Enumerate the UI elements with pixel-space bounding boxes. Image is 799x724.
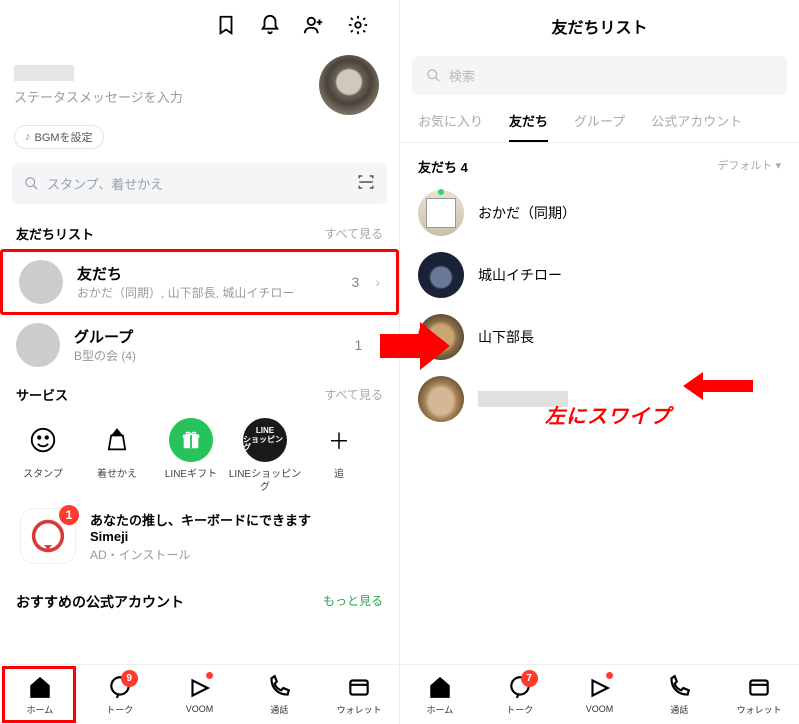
service-shopping[interactable]: LINEショッピングLINEショッピング bbox=[228, 418, 302, 494]
friend-row[interactable]: 城山イチロー bbox=[400, 244, 799, 306]
services-header: サービス すべて見る bbox=[0, 375, 399, 410]
tab-voom[interactable]: VOOM bbox=[560, 665, 640, 724]
friend-row[interactable]: 山下部長 bbox=[400, 306, 799, 368]
swipe-arrow bbox=[683, 372, 753, 400]
filter-tab-2[interactable]: グループ bbox=[574, 111, 625, 142]
swipe-annotation: 左にスワイプ bbox=[545, 400, 671, 429]
ad-card[interactable]: 1 あなたの推し、キーボードにできます Simeji AD・インストール bbox=[0, 494, 399, 574]
recommend-header: おすすめの公式アカウント もっと見る bbox=[0, 574, 399, 616]
service-gift[interactable]: LINEギフト bbox=[154, 418, 228, 494]
filter-tab-1[interactable]: 友だち bbox=[509, 111, 548, 142]
header-icons bbox=[0, 0, 399, 51]
tabbar-left: ホームトーク9VOOM通話ウォレット bbox=[0, 664, 399, 724]
recommend-more[interactable]: もっと見る bbox=[323, 592, 383, 612]
big-red-arrow bbox=[380, 322, 450, 370]
filter-tabs: お気に入り友だちグループ公式アカウント bbox=[400, 103, 799, 143]
scan-icon[interactable] bbox=[357, 173, 375, 194]
groups-row[interactable]: グループ B型の会 (4) 1› bbox=[0, 315, 399, 375]
chevron-right-icon: › bbox=[375, 274, 380, 290]
tab-call[interactable]: 通話 bbox=[639, 665, 719, 724]
friend-avatar bbox=[418, 252, 464, 298]
service-stamp[interactable]: スタンプ bbox=[6, 418, 80, 494]
friend-name: 城山イチロー bbox=[478, 265, 562, 285]
sort-button[interactable]: デフォルト ▾ bbox=[717, 157, 781, 176]
friends-list-header: 友だちリスト すべて見る bbox=[0, 214, 399, 249]
tab-home[interactable]: ホーム bbox=[400, 665, 480, 724]
add-friend-icon[interactable] bbox=[303, 14, 325, 41]
ad-badge: 1 bbox=[59, 505, 79, 525]
friend-name: 山下部長 bbox=[478, 327, 534, 347]
page-title: 友だちリスト bbox=[400, 0, 799, 48]
avatar[interactable] bbox=[319, 55, 379, 115]
group-avatar bbox=[16, 323, 60, 367]
tab-talk[interactable]: トーク7 bbox=[480, 665, 560, 724]
see-all-services[interactable]: すべて見る bbox=[324, 386, 383, 403]
tab-wallet[interactable]: ウォレット bbox=[719, 665, 799, 724]
search-input[interactable]: スタンプ、着せかえ bbox=[12, 163, 387, 204]
filter-tab-3[interactable]: 公式アカウント bbox=[651, 111, 742, 142]
see-all-link[interactable]: すべて見る bbox=[324, 225, 383, 242]
status-message: ステータスメッセージを入力 bbox=[14, 87, 319, 106]
friend-avatar bbox=[418, 190, 464, 236]
friends-avatar-composite bbox=[19, 260, 63, 304]
ad-icon: 1 bbox=[20, 508, 76, 564]
tab-talk[interactable]: トーク9 bbox=[80, 665, 160, 724]
gear-icon[interactable] bbox=[347, 14, 369, 41]
friend-avatar bbox=[418, 376, 464, 422]
service-theme[interactable]: 着せかえ bbox=[80, 418, 154, 494]
bell-icon[interactable] bbox=[259, 14, 281, 41]
friend-row[interactable]: おかだ（同期） bbox=[400, 182, 799, 244]
friends-row[interactable]: 友だち おかだ（同期）, 山下部長, 城山イチロー 3› bbox=[0, 249, 399, 315]
search-input[interactable]: 検索 bbox=[412, 56, 787, 95]
bookmark-icon[interactable] bbox=[215, 14, 237, 41]
filter-tab-0[interactable]: お気に入り bbox=[418, 111, 483, 142]
tabbar-right: ホームトーク7VOOM通話ウォレット bbox=[400, 664, 799, 724]
bgm-button[interactable]: ♪BGMを設定 bbox=[14, 125, 104, 149]
service-more[interactable]: ＋追 bbox=[302, 418, 376, 494]
services-row: スタンプ 着せかえ LINEギフト LINEショッピングLINEショッピング ＋… bbox=[0, 410, 399, 494]
username-redacted bbox=[14, 65, 74, 81]
friend-name: おかだ（同期） bbox=[478, 203, 576, 223]
tab-voom[interactable]: VOOM bbox=[160, 665, 240, 724]
tab-home[interactable]: ホーム bbox=[0, 665, 80, 724]
tab-wallet[interactable]: ウォレット bbox=[319, 665, 399, 724]
friends-count-row: 友だち 4 デフォルト ▾ bbox=[400, 143, 799, 182]
profile-row[interactable]: ステータスメッセージを入力 bbox=[0, 51, 399, 121]
tab-call[interactable]: 通話 bbox=[239, 665, 319, 724]
